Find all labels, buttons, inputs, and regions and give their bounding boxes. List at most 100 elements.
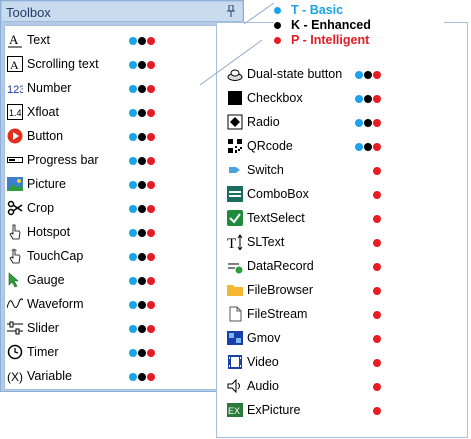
level-dot-intelligent <box>373 407 381 415</box>
pin-icon[interactable] <box>226 5 236 17</box>
level-dots <box>129 349 157 357</box>
level-dot-enhanced <box>138 373 146 381</box>
widget-item-combobox[interactable]: ComboBox <box>227 183 463 205</box>
widget-item-expicture[interactable]: EX ExPicture <box>227 399 463 421</box>
widget-item-picture[interactable]: Picture <box>7 173 235 195</box>
widget-label: Picture <box>27 177 66 191</box>
widget-item-datarecord[interactable]: DataRecord <box>227 255 463 277</box>
widget-label: Dual-state button <box>247 67 343 81</box>
switch-icon <box>227 162 243 178</box>
slider-icon <box>7 320 23 336</box>
widget-item-filebrowser[interactable]: FileBrowser <box>227 279 463 301</box>
widget-item-variable[interactable]: (X) Variable <box>7 365 235 387</box>
level-dots <box>355 335 383 343</box>
level-dot-enhanced <box>364 143 372 151</box>
widget-item-checkbox[interactable]: Checkbox <box>227 87 463 109</box>
level-dot-basic <box>129 205 137 213</box>
level-dot-basic <box>129 109 137 117</box>
level-dots <box>355 383 383 391</box>
widget-item-number[interactable]: 123 Number <box>7 77 235 99</box>
widget-item-video[interactable]: Video <box>227 351 463 373</box>
qrcode-icon <box>227 138 243 154</box>
level-dot-basic <box>129 61 137 69</box>
level-dots <box>355 407 383 415</box>
level-dot-basic <box>355 143 363 151</box>
widget-item-button[interactable]: Button <box>7 125 235 147</box>
level-dot-intelligent <box>373 95 381 103</box>
widget-item-hotspot[interactable]: Hotspot <box>7 221 235 243</box>
speaker-icon <box>227 378 243 394</box>
widget-label: Progress bar <box>27 153 99 167</box>
level-dot-enhanced <box>138 349 146 357</box>
level-dot-enhanced <box>138 109 146 117</box>
widget-item-text[interactable]: A Text <box>7 29 235 51</box>
level-dot-intelligent <box>147 229 155 237</box>
level-dots <box>129 133 157 141</box>
widget-item-qrcode[interactable]: QRcode <box>227 135 463 157</box>
level-dots <box>129 301 157 309</box>
level-dot-intelligent <box>373 167 381 175</box>
widget-item-textselect[interactable]: TextSelect <box>227 207 463 229</box>
level-dot-intelligent <box>147 349 155 357</box>
legend-label-intelligent: P - Intelligent <box>291 33 370 47</box>
level-dot-basic <box>129 133 137 141</box>
widget-label: Text <box>27 33 50 47</box>
level-dots <box>355 287 383 295</box>
level-dots <box>129 253 157 261</box>
level-dot-intelligent <box>147 373 155 381</box>
legend-basic: T - Basic <box>274 3 343 17</box>
widget-item-dual-state-button[interactable]: Dual-state button <box>227 63 463 85</box>
widget-item-sltext[interactable]: T SLText <box>227 231 463 253</box>
widget-label: FileBrowser <box>247 283 313 297</box>
file-icon <box>227 306 243 322</box>
widget-label: DataRecord <box>247 259 314 273</box>
level-dots <box>129 205 157 213</box>
level-dot-intelligent <box>147 301 155 309</box>
widget-item-switch[interactable]: Switch <box>227 159 463 181</box>
widget-item-gauge[interactable]: Gauge <box>7 269 235 291</box>
widget-label: Timer <box>27 345 59 359</box>
toolbox-header[interactable]: Toolbox <box>2 2 242 22</box>
level-dot-basic <box>129 325 137 333</box>
legend-enhanced: K - Enhanced <box>274 18 371 32</box>
widget-item-timer[interactable]: Timer <box>7 341 235 363</box>
widget-item-filestream[interactable]: FileStream <box>227 303 463 325</box>
widget-label: ComboBox <box>247 187 309 201</box>
level-dot-enhanced <box>364 71 372 79</box>
legend-dot-intelligent <box>274 37 281 45</box>
svg-text:A: A <box>10 58 19 72</box>
widget-item-gmov[interactable]: Gmov <box>227 327 463 349</box>
widget-item-slider[interactable]: Slider <box>7 317 235 339</box>
checkbox-icon <box>227 90 243 106</box>
widget-item-xfloat[interactable]: 1.4 Xfloat <box>7 101 235 123</box>
level-dot-enhanced <box>138 205 146 213</box>
level-dot-intelligent <box>373 239 381 247</box>
level-dot-basic <box>129 157 137 165</box>
waveform-icon <box>6 296 24 312</box>
widget-item-touchcap[interactable]: TouchCap <box>7 245 235 267</box>
widget-item-progress-bar[interactable]: Progress bar <box>7 149 235 171</box>
widget-item-audio[interactable]: Audio <box>227 375 463 397</box>
widget-item-crop[interactable]: Crop <box>7 197 235 219</box>
level-dot-enhanced <box>138 253 146 261</box>
widget-item-waveform[interactable]: Waveform <box>6 293 235 315</box>
level-dot-intelligent <box>373 311 381 319</box>
widget-label: Crop <box>27 201 55 215</box>
data-record-icon <box>227 258 243 274</box>
level-dot-basic <box>355 71 363 79</box>
widget-item-scrolling-text[interactable]: A Scrolling text <box>7 53 235 75</box>
widget-label: SLText <box>247 235 285 249</box>
widget-label: QRcode <box>247 139 293 153</box>
level-dot-enhanced <box>364 95 372 103</box>
level-dot-intelligent <box>147 325 155 333</box>
number-123-icon: 123 <box>7 80 25 96</box>
expicture-icon: EX <box>227 402 243 418</box>
widget-item-radio[interactable]: Radio <box>227 111 463 133</box>
svg-text:123: 123 <box>7 84 23 96</box>
level-dot-basic <box>355 119 363 127</box>
widget-label: Number <box>27 81 72 95</box>
scissors-icon <box>7 200 23 216</box>
level-dot-intelligent <box>147 253 155 261</box>
level-dot-basic <box>129 253 137 261</box>
level-dots <box>129 109 157 117</box>
